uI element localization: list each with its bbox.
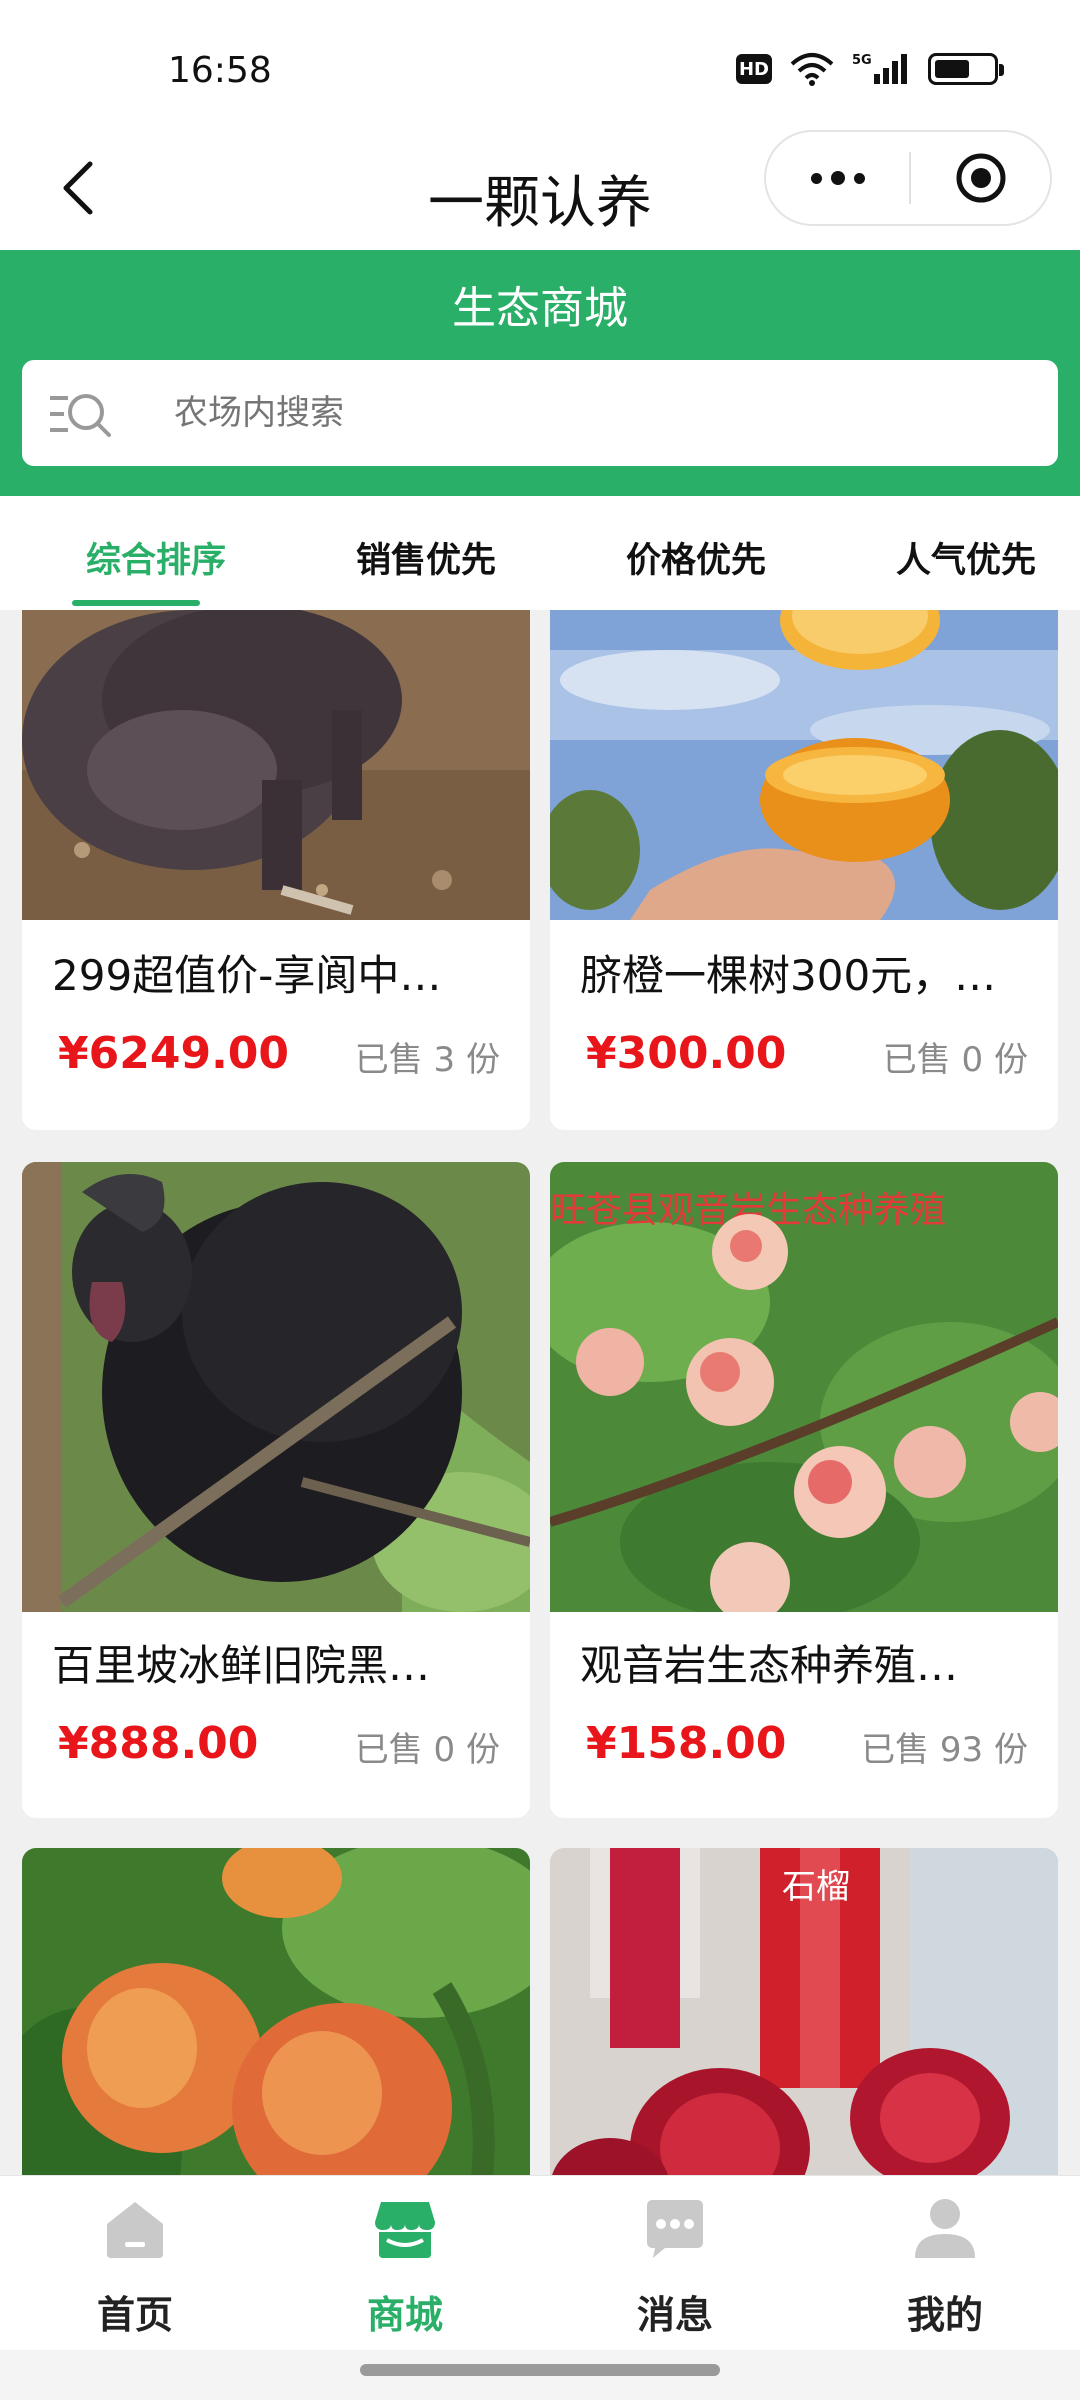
wifi-icon bbox=[790, 52, 834, 86]
tab-label: 消息 bbox=[636, 2293, 713, 2337]
product-card[interactable]: 石榴 bbox=[550, 1848, 1058, 2175]
tab-label: 我的 bbox=[906, 2293, 983, 2337]
black-pig-image bbox=[22, 610, 530, 920]
search-input[interactable] bbox=[174, 360, 1014, 466]
tab-label: 商城 bbox=[366, 2293, 443, 2337]
home-icon bbox=[103, 2196, 167, 2260]
status-time: 16:58 bbox=[168, 50, 272, 91]
peach-tree-image: 旺苍县观音岩生态种养殖 bbox=[550, 1162, 1058, 1612]
close-mini-program-button[interactable] bbox=[911, 132, 1050, 224]
tab-price-first[interactable]: 价格优先 bbox=[626, 532, 766, 583]
product-title: 观音岩生态种养殖… bbox=[580, 1641, 959, 1690]
message-icon bbox=[643, 2196, 707, 2260]
sort-tabs: 综合排序 销售优先 价格优先 人气优先 bbox=[0, 496, 1080, 610]
tab-label: 首页 bbox=[96, 2293, 173, 2337]
product-title: 299超值价-享阆中… bbox=[52, 951, 442, 1000]
pomegranate-wine-image: 石榴 bbox=[550, 1848, 1058, 2175]
product-price: ¥6249.00 bbox=[58, 1028, 290, 1079]
tab-shop[interactable]: 商城 bbox=[270, 2176, 540, 2351]
tab-popularity-first[interactable]: 人气优先 bbox=[896, 532, 1036, 583]
tab-profile[interactable]: 我的 bbox=[810, 2176, 1080, 2351]
product-sold-count: 已售 0 份 bbox=[354, 1730, 500, 1770]
product-sold-count: 已售 3 份 bbox=[354, 1040, 500, 1080]
black-rooster-image bbox=[22, 1162, 530, 1612]
signal-5g-icon: 5G bbox=[852, 52, 910, 86]
shop-icon bbox=[373, 2196, 437, 2260]
mall-header: 生态商城 bbox=[0, 250, 1080, 496]
home-indicator[interactable] bbox=[360, 2364, 720, 2376]
product-card[interactable] bbox=[22, 1848, 530, 2175]
product-price: ¥158.00 bbox=[586, 1718, 787, 1769]
profile-icon bbox=[913, 2196, 977, 2260]
product-sold-count: 已售 0 份 bbox=[882, 1040, 1028, 1080]
target-close-icon bbox=[956, 153, 1005, 203]
product-price: ¥888.00 bbox=[58, 1718, 259, 1769]
mall-title: 生态商城 bbox=[452, 283, 628, 334]
product-card[interactable]: 旺苍县观音岩生态种养殖 观音岩生态种养殖… ¥158.00 已售 93 份 bbox=[550, 1162, 1058, 1818]
bottom-tab-bar: 首页 商城 消息 我的 bbox=[0, 2175, 1080, 2350]
tab-comprehensive-sort[interactable]: 综合排序 bbox=[86, 532, 226, 583]
product-grid: 299超值价-享阆中… ¥6249.00 已售 3 份 脐橙一棵树300元，… … bbox=[0, 610, 1080, 2175]
product-card[interactable]: 299超值价-享阆中… ¥6249.00 已售 3 份 bbox=[22, 610, 530, 1130]
navel-orange-image bbox=[550, 610, 1058, 920]
product-price: ¥300.00 bbox=[586, 1028, 787, 1079]
nav-bar: 一颗认养 bbox=[0, 130, 1080, 250]
active-tab-indicator bbox=[72, 600, 200, 606]
more-dots-icon bbox=[810, 172, 822, 184]
status-bar: 16:58 HD 5G bbox=[0, 0, 1080, 130]
product-title: 百里坡冰鲜旧院黑… bbox=[52, 1641, 431, 1690]
product-title: 脐橙一棵树300元，… bbox=[580, 951, 997, 1000]
tab-home[interactable]: 首页 bbox=[0, 2176, 270, 2351]
hd-icon: HD bbox=[736, 54, 772, 84]
more-button[interactable] bbox=[766, 132, 909, 224]
network-type-label: 5G bbox=[852, 53, 872, 68]
image-caption-text: 石榴 bbox=[782, 1867, 850, 1907]
product-sold-count: 已售 93 份 bbox=[861, 1730, 1028, 1770]
search-icon bbox=[46, 388, 116, 446]
tab-sales-first[interactable]: 销售优先 bbox=[356, 532, 496, 583]
product-card[interactable]: 脐橙一棵树300元，… ¥300.00 已售 0 份 bbox=[550, 610, 1058, 1130]
peaches-image bbox=[22, 1848, 530, 2175]
status-icons: HD 5G bbox=[736, 52, 1004, 86]
battery-icon bbox=[928, 53, 1004, 85]
search-bar[interactable] bbox=[22, 360, 1058, 466]
mini-program-capsule bbox=[764, 130, 1052, 226]
product-card[interactable]: 百里坡冰鲜旧院黑… ¥888.00 已售 0 份 bbox=[22, 1162, 530, 1818]
tab-messages[interactable]: 消息 bbox=[540, 2176, 810, 2351]
